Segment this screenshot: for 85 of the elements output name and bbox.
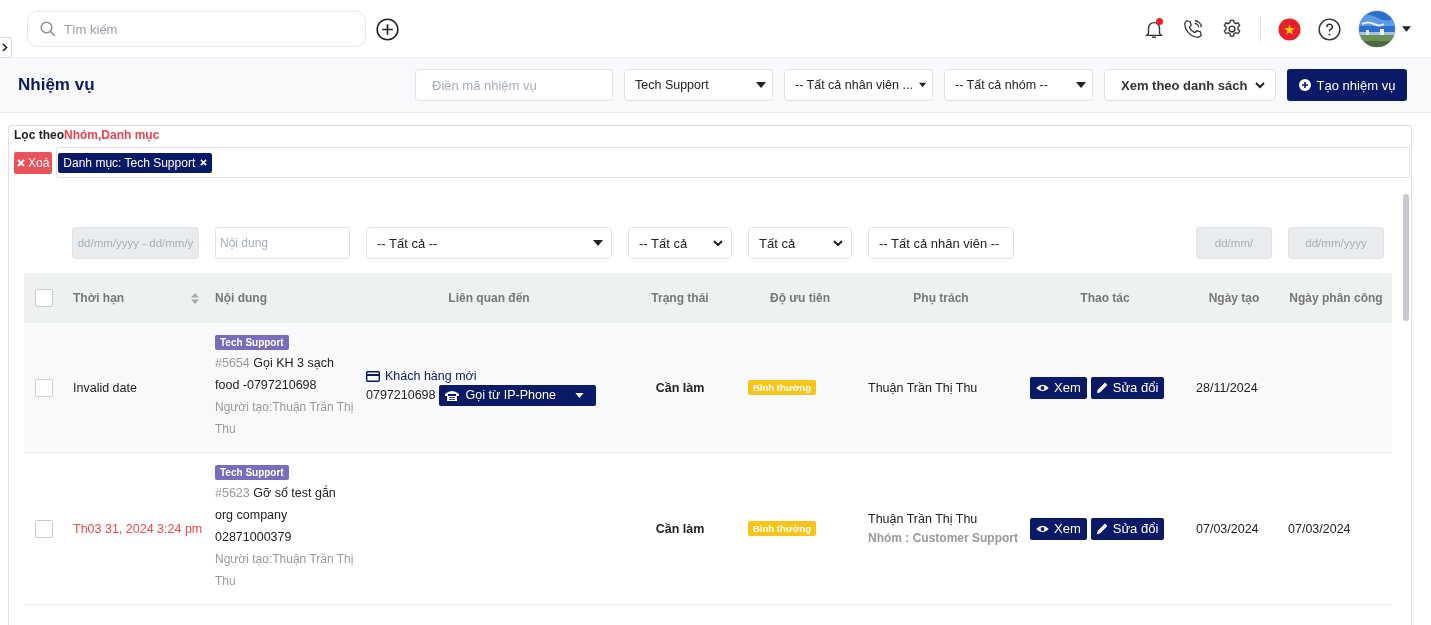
checkbox[interactable]	[35, 378, 53, 397]
call-button[interactable]: Gọi từ IP-Phone	[438, 384, 596, 406]
scrollbar[interactable]	[1403, 194, 1409, 321]
phone-icon[interactable]	[1182, 18, 1204, 40]
pencil-icon	[1096, 382, 1108, 393]
task-title[interactable]: #5654 Gọi KH 3 sạch food -0797210698	[215, 352, 355, 396]
chevron-icon	[1255, 81, 1265, 89]
clear-button[interactable]: Xoá	[14, 151, 53, 174]
priority-badge: Bình thường	[748, 521, 816, 536]
creator-text: Người tạo:Thuận Trần Thị Thu	[215, 551, 355, 590]
table-row[interactable]: Invalid date Tech Support #5654 Gọi KH 3 sạch food -0797210698 Người tạo:Thuận Trần Thị Thu Khách hàng mới 0797210698 Gọi từ IP-Phone Cần làm Bình thường Thuận Trần Thị Thu Xem Sửa đổi 28/11/2024	[24, 323, 1392, 453]
status-text: Cần làm	[655, 521, 705, 536]
dropdown[interactable]: -- Tất cả nhân viên ...	[784, 69, 933, 101]
checkbox[interactable]	[35, 289, 53, 307]
close-icon[interactable]	[200, 159, 208, 166]
eye-icon	[1036, 524, 1049, 533]
assignee-text: Thuận Trần Thị Thu	[868, 512, 978, 526]
content-field[interactable]: Nội dung	[215, 227, 350, 259]
category-tag: Tech Support	[215, 335, 289, 350]
settings-icon[interactable]	[1221, 18, 1243, 40]
checkbox[interactable]	[35, 519, 53, 538]
date-field[interactable]: dd/mm/	[1196, 227, 1272, 259]
status-text: Cần làm	[655, 380, 705, 395]
creator-text: Người tạo:Thuận Trần Thị Thu	[215, 399, 355, 438]
caret-icon	[756, 82, 766, 88]
deadline-text: Th03 31, 2024 3:24 pm	[73, 521, 203, 536]
chevron-icon	[833, 239, 843, 247]
caret-icon	[574, 392, 584, 398]
page-title: Nhiệm vụ	[18, 75, 96, 95]
create-task-button[interactable]: Tạo nhiệm vụ	[1287, 69, 1407, 101]
pencil-icon	[1096, 523, 1108, 534]
filter-fields: Nhóm,Danh mục	[64, 128, 160, 142]
edit-button[interactable]: Sửa đổi	[1090, 376, 1165, 399]
date-text: 07/03/2024	[1288, 521, 1351, 536]
caret-icon	[1076, 82, 1086, 88]
view-button[interactable]: Xem	[1030, 517, 1087, 540]
column-header: Ngày tạo	[1208, 291, 1260, 305]
customer-link[interactable]: Khách hàng mới	[366, 369, 477, 384]
chevron-icon	[713, 239, 723, 247]
caret-icon[interactable]	[1402, 26, 1411, 32]
chevron-icon	[2, 43, 8, 52]
plus-icon	[1298, 79, 1311, 91]
column-header: Phụ trách	[913, 291, 969, 305]
column-header: Trạng thái	[651, 291, 709, 305]
dropdown[interactable]: -- Tất cả	[628, 227, 732, 259]
category-tag: Tech Support	[215, 465, 289, 480]
dropdown[interactable]: -- Tất cả --	[366, 227, 612, 259]
task-code-field[interactable]: Điền mã nhiệm vụ	[415, 69, 613, 101]
dropdown[interactable]: -- Tất cả nhóm --	[944, 69, 1093, 101]
dropdown[interactable]: Tech Support	[624, 69, 773, 101]
eye-icon	[1036, 383, 1049, 392]
tag-field[interactable]: Danh mục: Tech Support	[56, 147, 1410, 178]
assignee-text: Thuận Trần Thị Thu	[868, 380, 978, 395]
column-header[interactable]: Thời hạn	[73, 291, 199, 305]
view-button[interactable]: Xem	[1030, 376, 1087, 399]
deadline-text: Invalid date	[73, 380, 137, 395]
column-header: Thao tác	[1080, 291, 1130, 305]
filter-label: Lọc theo	[14, 128, 64, 142]
flag-icon[interactable]	[1278, 17, 1301, 41]
card-icon	[366, 370, 380, 382]
column-header: Liên quan đến	[448, 291, 530, 305]
priority-badge: Bình thường	[748, 380, 816, 395]
column-header: Ngày phân công	[1289, 291, 1383, 305]
caret-icon	[593, 240, 603, 246]
column-header: Độ ưu tiên	[770, 291, 830, 305]
date-text: 28/11/2024	[1196, 380, 1258, 395]
filter-chip[interactable]: Danh mục: Tech Support	[58, 152, 213, 173]
column-header: Nội dung	[215, 291, 267, 305]
dropdown[interactable]: Tất cả	[748, 227, 852, 259]
phone-number: 0797210698	[366, 388, 436, 403]
add-icon[interactable]	[376, 17, 399, 41]
dropdown[interactable]: Xem theo danh sách	[1104, 69, 1276, 101]
dropdown[interactable]: -- Tất cả nhân viên --	[868, 227, 1014, 259]
date-field[interactable]: dd/mm/yyyy - dd/mm/y	[72, 227, 199, 259]
sidebar-toggle-button[interactable]	[0, 37, 12, 58]
edit-button[interactable]: Sửa đổi	[1090, 517, 1165, 540]
help-icon[interactable]	[1318, 17, 1341, 41]
date-text: 07/03/2024	[1196, 521, 1259, 536]
task-title[interactable]: #5623 Gỡ số test gắn org company 02871000379	[215, 482, 355, 548]
date-field[interactable]: dd/mm/yyyy	[1288, 227, 1384, 259]
close-icon	[17, 158, 25, 167]
search-field[interactable]: Tìm kiếm	[27, 11, 366, 47]
telephone-icon	[444, 389, 459, 401]
caret-icon	[918, 82, 926, 88]
search-icon	[40, 21, 56, 37]
